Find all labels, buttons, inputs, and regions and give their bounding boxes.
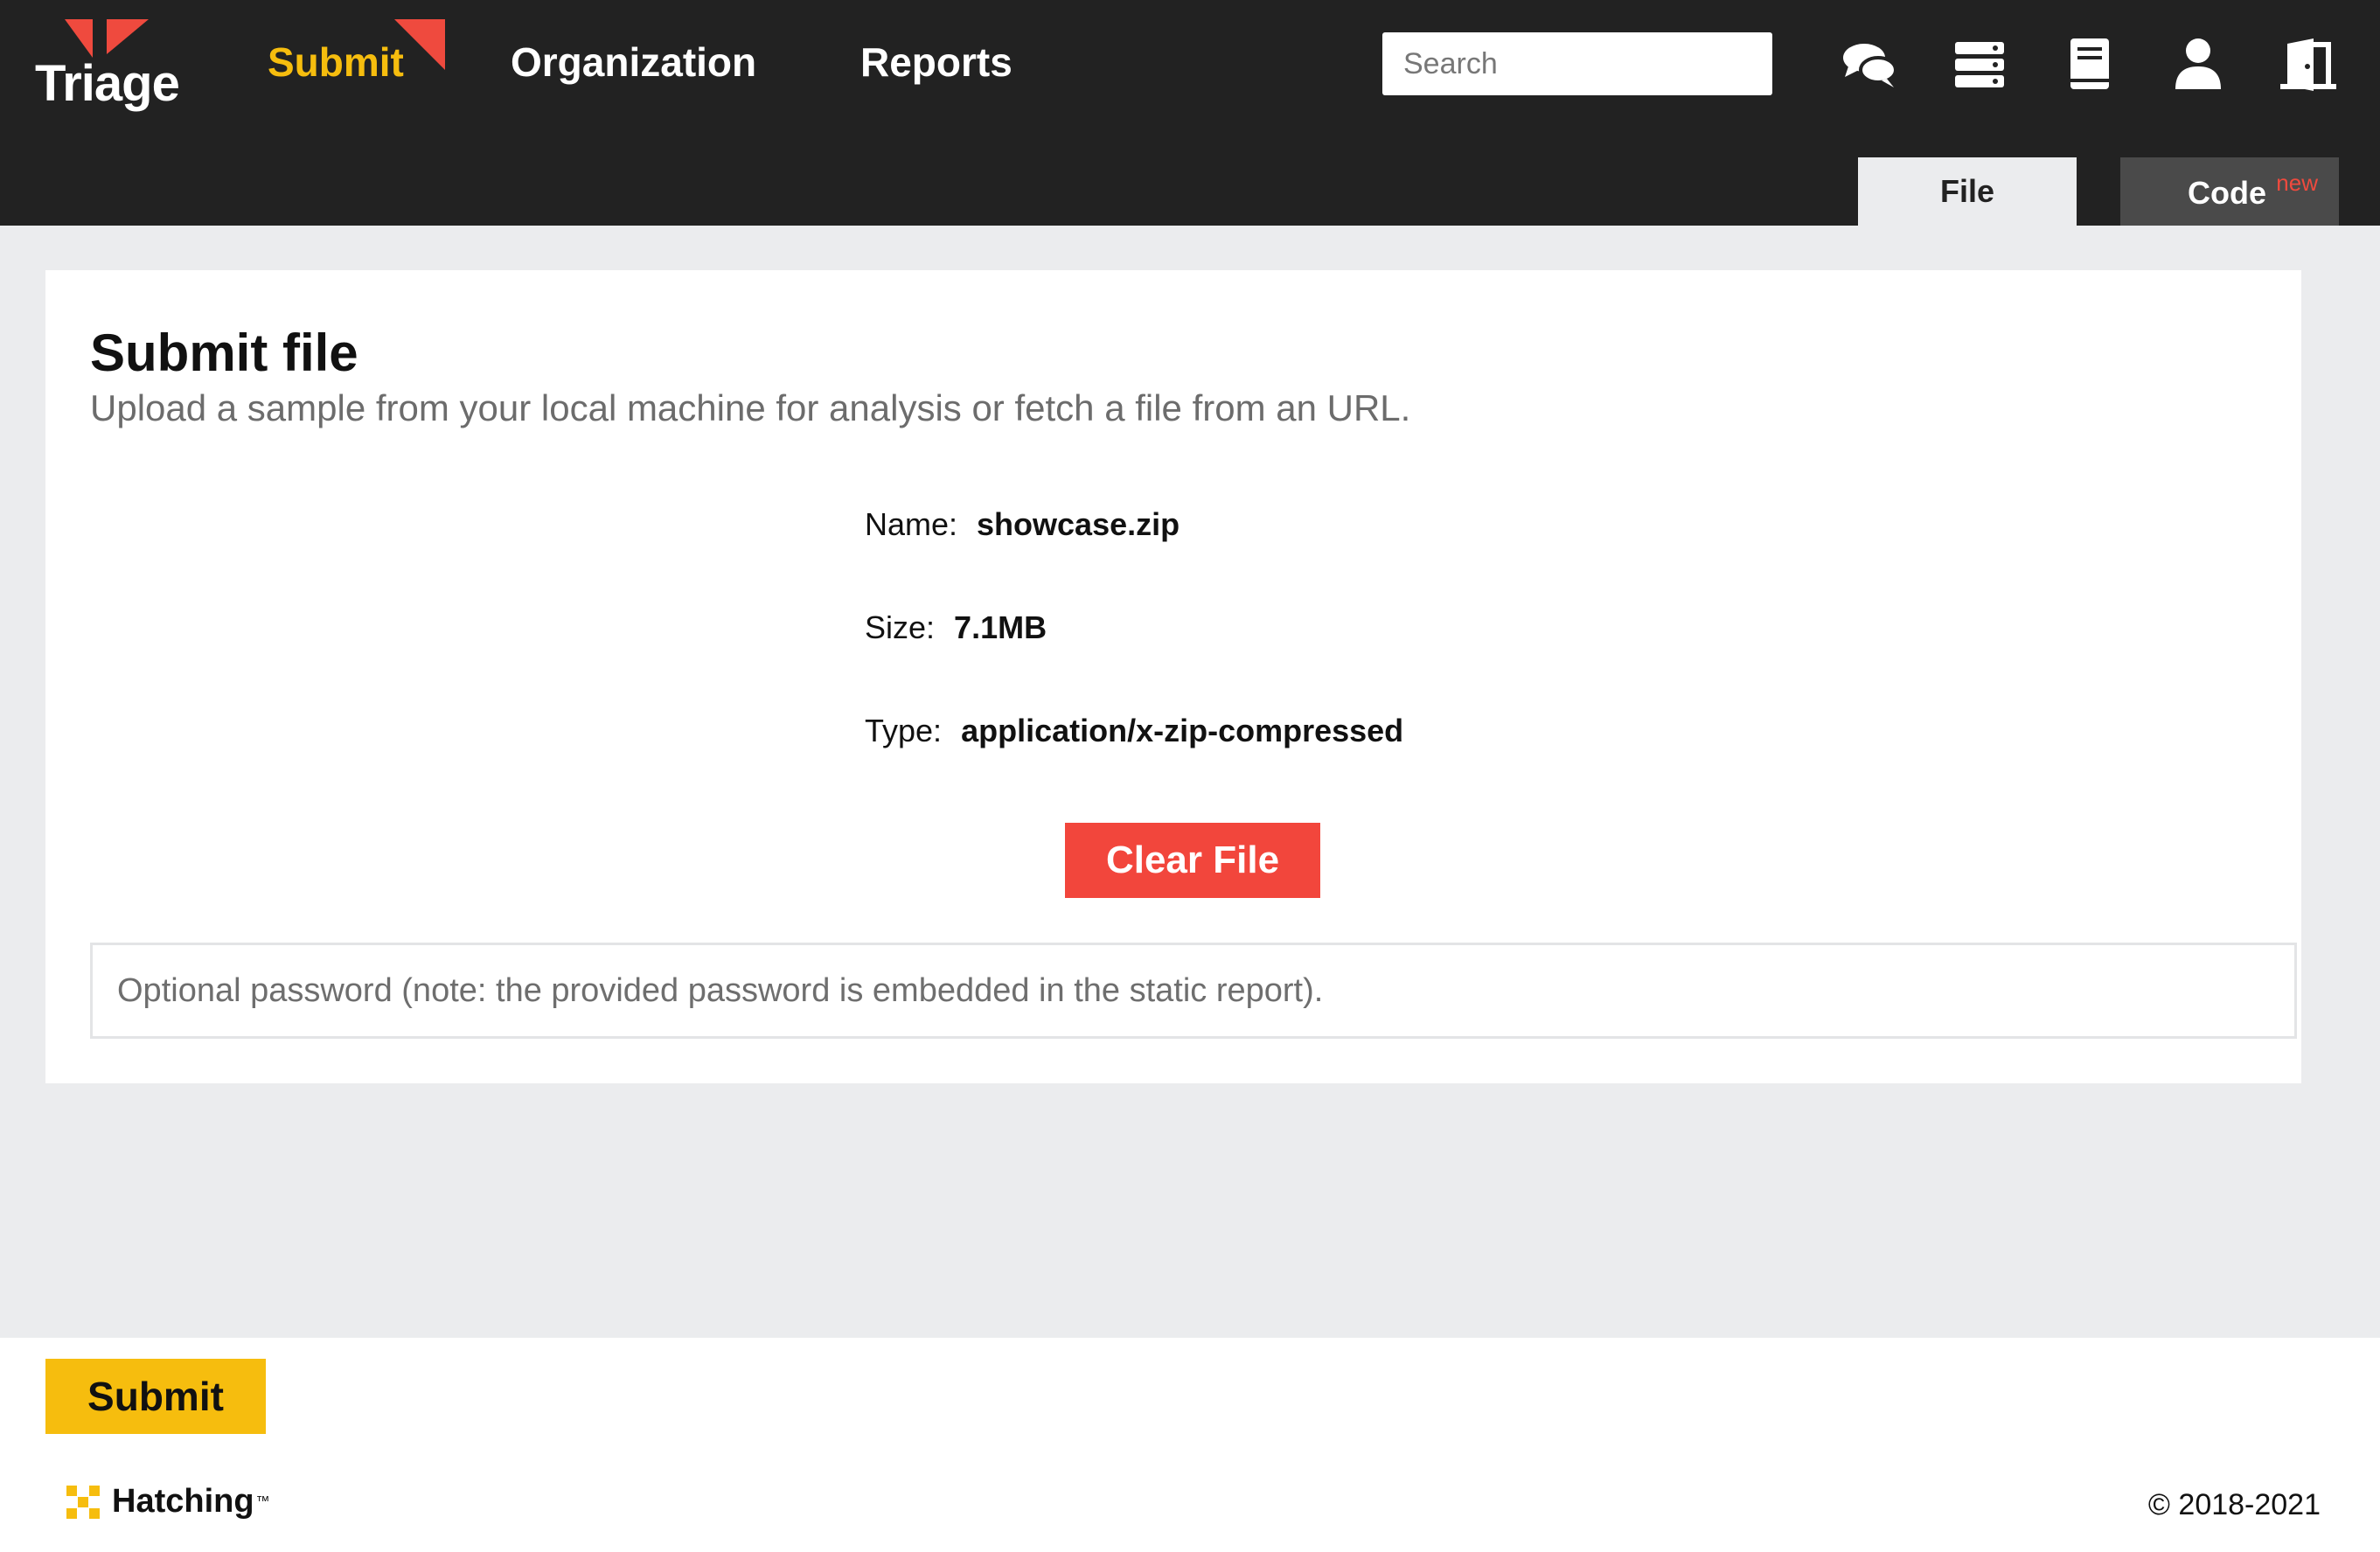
file-size-row: Size: 7.1MB	[865, 609, 1047, 646]
footer: Submit Hatching ™ © 2018-2021	[0, 1338, 2380, 1552]
page-title: Submit file	[90, 324, 358, 382]
active-nav-flag-icon	[394, 19, 445, 70]
top-navigation-bar: Triage Submit Organization Reports Searc…	[0, 0, 2380, 226]
copyright-text: © 2018-2021	[2147, 1488, 2321, 1521]
tab-file-label: File	[1939, 173, 1994, 209]
submit-button[interactable]: Submit	[45, 1359, 266, 1434]
file-type-row: Type: application/x-zip-compressed	[865, 713, 1403, 749]
optional-password-input[interactable]	[90, 943, 2297, 1039]
server-icon[interactable]	[1950, 35, 2009, 94]
tab-code[interactable]: Code new	[2120, 157, 2339, 226]
tab-file[interactable]: File	[1858, 157, 2077, 226]
file-name-row: Name: showcase.zip	[865, 506, 1180, 543]
nav-submit[interactable]: Submit	[268, 38, 404, 86]
nav-reports[interactable]: Reports	[860, 38, 1013, 86]
nav-organization[interactable]: Organization	[511, 38, 756, 86]
search-input[interactable]	[1382, 32, 1772, 95]
chat-icon[interactable]	[1840, 35, 1899, 94]
clear-file-button[interactable]: Clear File	[1065, 823, 1320, 898]
trademark-symbol: ™	[255, 1493, 270, 1509]
new-badge: new	[2276, 170, 2318, 196]
hatching-logo-icon	[66, 1485, 100, 1519]
hatching-brand-name: Hatching	[112, 1483, 254, 1520]
logout-door-icon[interactable]	[2279, 35, 2338, 94]
file-type-value: application/x-zip-compressed	[961, 713, 1404, 748]
file-name-value: showcase.zip	[977, 506, 1180, 542]
page-subtitle: Upload a sample from your local machine …	[90, 387, 1411, 428]
file-name-label: Name:	[865, 506, 958, 542]
file-type-label: Type:	[865, 713, 943, 748]
file-size-label: Size:	[865, 609, 936, 645]
hatching-brand[interactable]: Hatching ™	[66, 1483, 270, 1521]
user-icon[interactable]	[2168, 35, 2228, 94]
docs-book-icon[interactable]	[2060, 35, 2119, 94]
logo-text[interactable]: Triage	[35, 54, 180, 113]
file-size-value: 7.1MB	[954, 609, 1047, 645]
tab-code-label: Code	[2188, 175, 2266, 211]
submit-file-card: Submit file Upload a sample from your lo…	[45, 270, 2301, 1083]
